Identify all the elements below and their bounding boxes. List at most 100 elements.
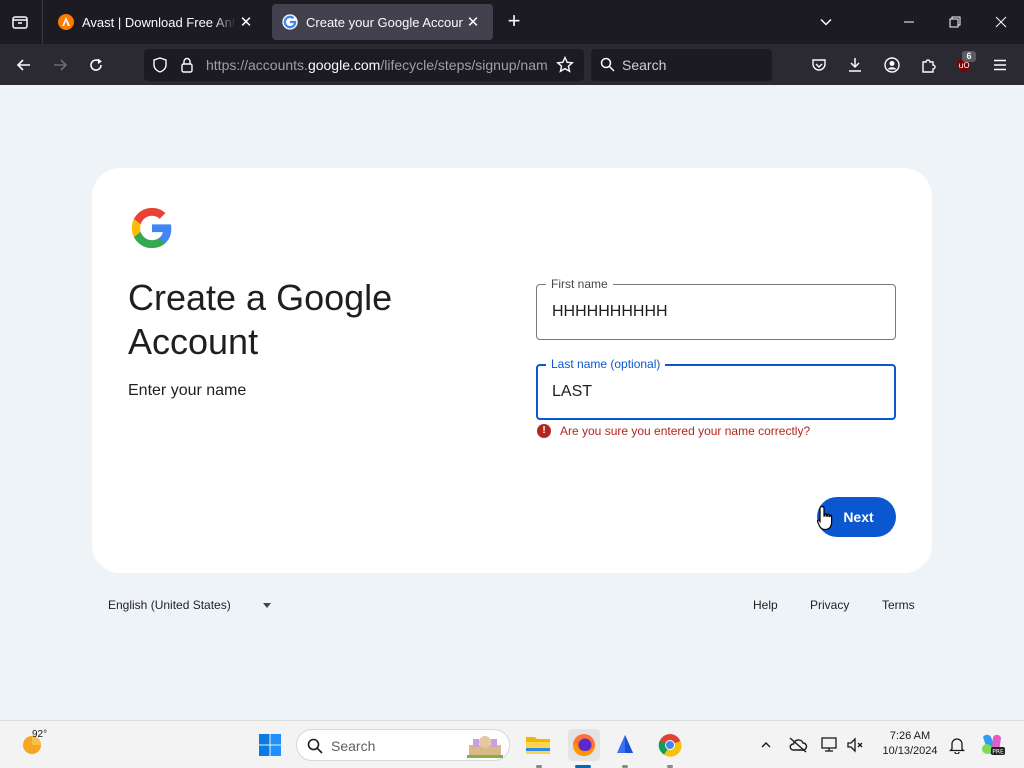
search-icon [600,57,615,72]
page-subtitle: Enter your name [128,382,247,399]
sail-app-icon [617,735,633,753]
clock-date: 10/13/2024 [882,745,938,757]
last-name-field[interactable]: Last name (optional) [536,357,896,420]
hamburger-menu-icon [994,59,1006,71]
app-menu-button[interactable] [987,52,1013,78]
google-icon [282,14,298,30]
account-icon [884,57,900,73]
address-bar[interactable]: https://accounts.google.com/lifecycle/st… [144,49,584,81]
minimize-icon [904,21,914,23]
first-name-field[interactable]: First name [536,277,896,340]
back-button[interactable] [11,52,37,78]
url-text: https://accounts.google.com/lifecycle/st… [206,57,548,73]
first-name-label: First name [546,277,613,291]
downloads-button[interactable] [842,52,868,78]
lock-icon[interactable] [180,57,194,73]
tab-title: Create your Google Account [306,14,463,30]
first-name-input[interactable] [552,303,872,321]
tab-avast[interactable]: Avast | Download Free Antivirus ✕ [48,4,266,40]
copilot-icon: PRE [982,734,1005,756]
help-link[interactable]: Help [753,598,778,612]
privacy-link[interactable]: Privacy [810,598,849,612]
network-icon [821,737,837,752]
pocket-button[interactable] [806,52,832,78]
taskbar-search-box[interactable]: Search [296,729,510,761]
bookmark-star-icon[interactable] [556,56,574,74]
new-tab-button[interactable]: + [502,10,526,34]
tab-google-account[interactable]: Create your Google Account ✕ [272,4,493,40]
search-placeholder: Search [622,57,667,73]
show-hidden-icons-button[interactable] [753,732,779,758]
signup-card: Create a Google Account Enter your name … [92,168,932,573]
search-highlight-icon [467,736,503,758]
google-logo-icon [131,207,172,249]
reload-icon [90,58,102,71]
tab-bar: Avast | Download Free Antivirus ✕ Create… [0,0,1024,44]
windows-taskbar: 92° Search 7:26 AM 10/13/2024 PRE [0,720,1024,768]
shield-icon[interactable] [152,57,168,73]
start-button[interactable] [257,732,283,758]
network-button[interactable] [817,732,843,758]
page-title: Create a Google Account [128,277,393,362]
tab-title: Avast | Download Free Antivirus [82,14,236,30]
windows-logo-icon [259,734,281,756]
avast-icon [58,14,74,30]
system-clock[interactable]: 7:26 AM 10/13/2024 [874,729,946,759]
last-name-input[interactable] [552,383,872,401]
account-button[interactable] [879,52,905,78]
cloud-offline-icon [789,737,808,753]
volume-muted-icon [847,737,863,753]
bell-icon [949,738,965,754]
dropdown-caret-icon [262,602,271,608]
language-selector[interactable]: English (United States) [108,598,271,612]
language-label: English (United States) [108,598,231,612]
close-icon [995,16,1007,28]
divider [42,0,43,44]
arrow-left-icon [16,59,30,71]
terms-link[interactable]: Terms [882,598,915,612]
clock-time: 7:26 AM [889,730,931,742]
weather-temperature: 92° [32,729,48,740]
error-icon: ! [537,424,551,438]
svg-text:PRE: PRE [992,749,1004,756]
svg-text:uO: uO [958,61,969,70]
extensions-button[interactable] [915,52,941,78]
search-box[interactable]: Search [591,49,772,81]
reload-button[interactable] [83,52,109,78]
nav-toolbar: https://accounts.google.com/lifecycle/st… [0,44,1024,85]
restore-button[interactable] [943,10,967,34]
copilot-button[interactable]: PRE [979,732,1005,758]
error-text: Are you sure you entered your name corre… [560,424,811,438]
firefox-button[interactable] [568,729,600,761]
puzzle-icon [922,59,936,73]
tab-list-icon [12,16,28,29]
app-shortcut-button[interactable] [612,732,638,758]
close-window-button[interactable] [989,10,1013,34]
taskbar-search-placeholder: Search [331,738,376,754]
chevron-up-icon [761,742,771,748]
file-explorer-button[interactable] [525,732,551,758]
search-icon [307,738,323,754]
folder-icon [526,737,550,754]
tab-overflow-button[interactable] [814,10,838,34]
firefox-icon [573,734,595,756]
download-icon [849,58,861,72]
notifications-button[interactable] [944,732,970,758]
onedrive-button[interactable] [785,732,811,758]
chrome-icon [658,734,682,757]
close-tab-icon[interactable]: ✕ [463,12,483,32]
forward-button[interactable] [47,52,73,78]
chevron-down-icon [820,18,832,26]
arrow-right-icon [54,59,68,71]
pocket-icon [812,59,826,71]
minimize-button[interactable] [897,10,921,34]
restore-icon [949,16,961,28]
chrome-button[interactable] [657,732,683,758]
close-tab-icon[interactable]: ✕ [236,12,256,32]
list-all-tabs-button[interactable] [6,8,34,36]
volume-button[interactable] [842,732,868,758]
mouse-pointer-icon [816,505,833,531]
extension-badge: 6 [962,51,976,62]
error-message: ! Are you sure you entered your name cor… [537,424,810,438]
last-name-label: Last name (optional) [546,357,666,371]
